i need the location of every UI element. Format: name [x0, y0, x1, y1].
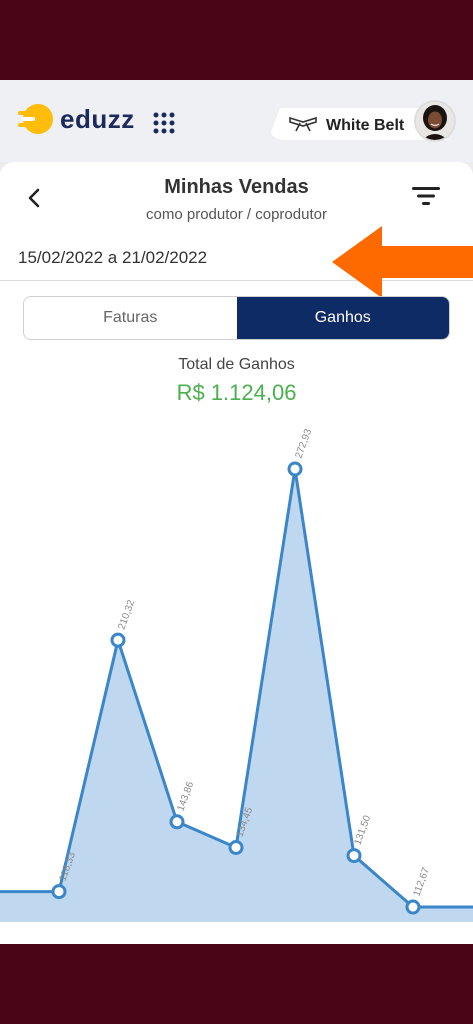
data-label: 210,32 — [116, 598, 137, 631]
data-point[interactable] — [169, 814, 185, 830]
data-point[interactable] — [287, 461, 303, 477]
data-label: 131,50 — [352, 814, 373, 847]
data-label: 272,93 — [293, 427, 314, 460]
data-label: 143,86 — [175, 780, 196, 813]
data-label: 112,67 — [411, 866, 432, 898]
data-point[interactable] — [51, 884, 67, 900]
data-point[interactable] — [346, 848, 362, 864]
data-point[interactable] — [110, 632, 126, 648]
earnings-chart: 118,33210,32143,86134,45272,93131,50112,… — [0, 427, 473, 922]
data-point[interactable] — [405, 899, 421, 915]
data-point[interactable] — [228, 840, 244, 856]
